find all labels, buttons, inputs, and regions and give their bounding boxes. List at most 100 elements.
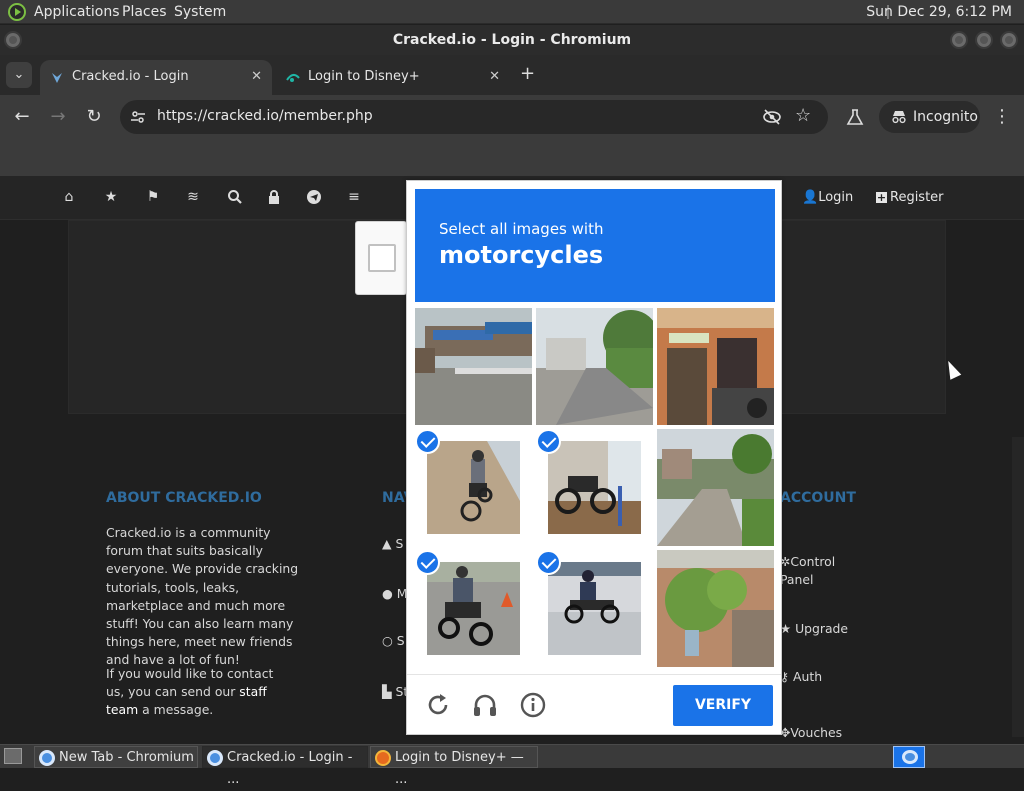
account-item-vouches[interactable]: ✥Vouches <box>780 724 842 742</box>
captcha-challenge-dialog: Select all images with motorcycles VERIF… <box>406 180 782 735</box>
menu-icon[interactable]: ≡ <box>346 189 362 205</box>
tab-strip: ⌄ Cracked.io - Login ✕ Login to Disney+ … <box>0 55 1024 95</box>
login-link[interactable]: 👤Login <box>802 190 853 205</box>
nav-item[interactable]: ▙ St <box>382 683 408 701</box>
browser-toolbar: ← → ↻ https://cracked.io/member.php ☆ In… <box>0 95 1024 140</box>
plus-square-icon: + <box>876 191 887 204</box>
captcha-tile-2[interactable] <box>536 308 653 425</box>
headphones-audio-icon[interactable] <box>471 691 499 719</box>
tab-search-button[interactable]: ⌄ <box>6 62 32 88</box>
captcha-checkbox-widget[interactable] <box>355 221 407 295</box>
menu-system[interactable]: System <box>174 4 226 20</box>
captcha-tile-9[interactable] <box>657 550 774 667</box>
address-bar[interactable]: https://cracked.io/member.php ☆ <box>120 100 828 134</box>
account-item-upgrade[interactable]: ★ Upgrade <box>780 620 848 638</box>
captcha-checkbox[interactable] <box>368 244 396 272</box>
close-tab-icon[interactable]: ✕ <box>489 60 500 94</box>
selected-check-icon <box>415 550 440 575</box>
tab-cracked-login[interactable]: Cracked.io - Login ✕ <box>40 60 272 95</box>
back-arrow-icon[interactable]: ← <box>10 105 34 129</box>
nav-item[interactable]: ○ S <box>382 632 405 650</box>
tab-label: Cracked.io - Login <box>72 69 189 84</box>
captcha-prompt-target: motorcycles <box>439 241 604 269</box>
info-icon[interactable] <box>519 691 547 719</box>
maximize-button[interactable] <box>975 31 993 49</box>
nav-item[interactable]: ▲ S <box>382 535 403 553</box>
selected-check-icon <box>536 429 561 454</box>
desktop-top-panel: Applications Places System Sun Dec 29, 6… <box>0 0 1024 24</box>
incognito-label: Incognito <box>913 109 978 125</box>
selected-check-icon <box>536 550 561 575</box>
chromium-icon <box>207 750 223 766</box>
storefront-image <box>657 308 774 425</box>
chromium-icon <box>39 750 55 766</box>
motorcycle-rider-road-image <box>427 562 520 655</box>
kebab-menu-icon[interactable]: ⋮ <box>990 105 1014 129</box>
captcha-tile-5[interactable] <box>536 429 653 546</box>
street-stalls-image <box>415 308 532 425</box>
close-tab-icon[interactable]: ✕ <box>251 60 262 94</box>
site-info-icon[interactable] <box>130 109 146 125</box>
verify-button[interactable]: VERIFY <box>673 685 773 726</box>
lock-icon[interactable] <box>266 189 282 205</box>
users-icon: ● <box>382 586 393 601</box>
window-menu-button[interactable] <box>4 31 22 49</box>
menu-places[interactable]: Places <box>122 4 167 20</box>
telegram-icon[interactable] <box>306 189 322 205</box>
captcha-tile-1[interactable] <box>415 308 532 425</box>
lab-flask-icon[interactable] <box>846 108 864 126</box>
new-tab-plus-icon[interactable]: + <box>520 63 535 84</box>
account-item-auth[interactable]: ⚷ Auth <box>780 668 822 686</box>
chart-icon: ▙ <box>382 684 392 699</box>
bookmark-star-icon[interactable]: ☆ <box>795 105 811 126</box>
incognito-icon <box>892 111 906 124</box>
task-disney-login[interactable]: Login to Disney+ — ... <box>370 746 538 787</box>
captcha-tile-8[interactable] <box>536 550 653 667</box>
captcha-tile-3[interactable] <box>657 308 774 425</box>
reload-icon[interactable]: ↻ <box>82 105 106 129</box>
eye-slash-icon[interactable] <box>762 108 782 126</box>
village-road-image <box>657 429 774 546</box>
applications-logo-icon[interactable] <box>8 3 26 21</box>
captcha-tile-6[interactable] <box>657 429 774 546</box>
captcha-prompt-line: Select all images with <box>439 220 604 238</box>
parked-motorcycle-image <box>548 441 641 534</box>
menu-applications[interactable]: Applications <box>34 4 120 20</box>
account-item-control-panel[interactable]: ✲Control Panel <box>780 553 850 589</box>
nav-item[interactable]: ● M <box>382 585 407 603</box>
task-new-tab[interactable]: New Tab - Chromium <box>34 746 198 768</box>
reload-challenge-icon[interactable] <box>424 691 452 719</box>
chromium-tray-icon <box>902 750 918 764</box>
tab-label: Login to Disney+ <box>308 69 420 84</box>
coins-icon[interactable]: ≋ <box>185 189 201 205</box>
disney-favicon-icon <box>286 74 300 82</box>
captcha-tile-4[interactable] <box>415 429 532 546</box>
incognito-indicator[interactable]: Incognito <box>879 101 980 133</box>
window-title: Cracked.io - Login - Chromium <box>392 32 632 48</box>
forward-arrow-icon[interactable]: → <box>46 105 70 129</box>
garden-plants-image <box>657 550 774 667</box>
flag-icon[interactable]: ⚑ <box>145 189 161 205</box>
captcha-footer: VERIFY <box>407 674 781 735</box>
contact-text: If you would like to contact us, you can… <box>106 666 274 718</box>
page-scrollbar[interactable] <box>1012 437 1024 737</box>
star-icon[interactable]: ★ <box>103 189 119 205</box>
task-cracked-login[interactable]: Cracked.io - Login - ... <box>202 746 368 787</box>
chevron-down-icon: ⌄ <box>13 67 25 82</box>
tab-disney-login[interactable]: Login to Disney+ ✕ <box>276 60 510 95</box>
workspace-switcher[interactable] <box>893 746 925 768</box>
user-icon: 👤 <box>802 190 819 205</box>
url-text[interactable]: https://cracked.io/member.php <box>157 108 373 124</box>
register-link[interactable]: + Register <box>876 190 944 205</box>
show-desktop-icon[interactable] <box>4 748 22 764</box>
captcha-tile-7[interactable] <box>415 550 532 667</box>
search-icon: ○ <box>382 633 393 648</box>
home-icon[interactable]: ⌂ <box>61 189 77 205</box>
window-titlebar[interactable]: Cracked.io - Login - Chromium <box>0 25 1024 55</box>
clock[interactable]: Sun Dec 29, 6:12 PM <box>866 4 1012 20</box>
close-window-button[interactable] <box>1000 31 1018 49</box>
cracked-favicon-icon <box>52 73 62 83</box>
search-icon[interactable] <box>227 189 243 205</box>
account-heading: ACCOUNT <box>780 490 856 506</box>
minimize-button[interactable] <box>950 31 968 49</box>
